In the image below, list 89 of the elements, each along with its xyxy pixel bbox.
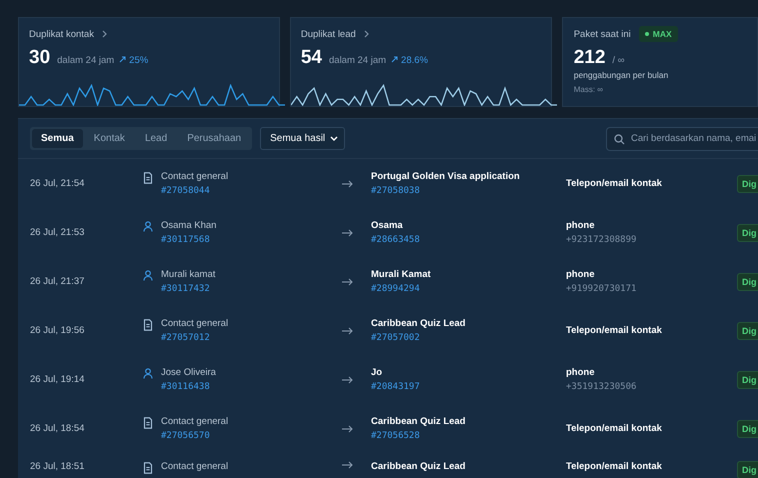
record-id-link[interactable]: #27056528 <box>371 431 566 441</box>
status-badge: Dig <box>737 370 758 388</box>
plan-mass: Mass: ∞ <box>574 85 604 94</box>
date-cell-text: 26 Jul, 19:56 <box>30 325 86 336</box>
target-name: Caribbean Quiz Lead <box>371 318 466 329</box>
plan-caption: penggabungan per bulan <box>574 70 670 80</box>
status-badge: Dig <box>737 272 758 290</box>
source-name: Contact general <box>161 171 228 182</box>
filter-tab[interactable]: Perusahaan <box>178 129 250 148</box>
filter-tab[interactable]: Kontak <box>84 129 134 148</box>
document-icon <box>143 417 153 429</box>
match-method: phone <box>566 367 596 378</box>
plan-value: 212 <box>574 47 606 69</box>
source-name: Murali kamat <box>161 269 216 280</box>
stat-period: dalam 24 jam <box>329 55 386 66</box>
document-icon <box>143 462 153 474</box>
match-method: phone <box>566 220 596 231</box>
filter-tab[interactable]: Semua <box>32 129 83 148</box>
date-cell-text: 26 Jul, 18:51 <box>30 461 86 472</box>
status-badge: Dig <box>737 420 758 438</box>
stat-value: 30 <box>29 47 50 69</box>
source-name: Contact general <box>161 318 228 329</box>
stat-change: 25% <box>129 55 148 66</box>
person-icon <box>143 368 153 379</box>
target-name: Jo <box>371 367 384 378</box>
caret-icon <box>330 136 338 141</box>
status-badge: Dig <box>737 322 758 340</box>
record-id-link[interactable]: #30116438 <box>161 382 216 392</box>
arrow-right-icon <box>342 376 353 384</box>
trend-up-icon <box>119 56 126 63</box>
card-title: Paket saat ini <box>574 28 631 40</box>
source-name: Contact general <box>161 416 228 427</box>
match-method: phone <box>566 269 596 280</box>
status-badge: Dig <box>737 461 758 478</box>
record-id-link[interactable]: #27056570 <box>161 431 228 441</box>
record-id-link[interactable]: #28663458 <box>371 235 566 245</box>
record-id-link[interactable]: #30117432 <box>161 284 216 294</box>
match-method: Telepon/email kontak <box>566 178 663 189</box>
status-badge: Dig <box>737 174 758 192</box>
arrow-right-icon <box>342 424 353 432</box>
plan-badge: MAX <box>638 26 678 42</box>
card-title[interactable]: Duplikat lead <box>300 28 356 40</box>
target-name: Osama <box>371 220 404 231</box>
match-value: +351913230506 <box>566 382 638 392</box>
target-name: Caribbean Quiz Lead <box>371 461 466 472</box>
date-cell-text: 26 Jul, 21:53 <box>30 227 86 238</box>
card-title[interactable]: Duplikat kontak <box>29 28 94 40</box>
status-badge: Dig <box>737 224 758 242</box>
stat-period: dalam 24 jam <box>57 55 114 66</box>
source-name: Osama Khan <box>161 220 216 231</box>
search-field[interactable]: Cari berdasarkan nama, emai <box>606 126 758 150</box>
chevron-right-icon <box>364 30 370 38</box>
plan-limit: / ∞ <box>612 55 624 66</box>
record-id-link[interactable]: #30117568 <box>161 235 216 245</box>
date-cell-text: 26 Jul, 21:54 <box>30 178 86 189</box>
match-method: Telepon/email kontak <box>566 325 663 336</box>
source-name: Jose Oliveira <box>161 367 216 378</box>
record-id-link[interactable]: #27058038 <box>371 186 566 196</box>
record-id-link[interactable]: #28994294 <box>371 284 566 294</box>
chevron-right-icon <box>102 30 108 38</box>
stat-value: 54 <box>300 47 322 69</box>
match-method: Telepon/email kontak <box>566 423 663 434</box>
date-cell-text: 26 Jul, 21:37 <box>30 276 86 287</box>
person-icon <box>143 221 153 232</box>
target-name: Murali Kamat <box>371 269 432 280</box>
target-name: Portugal Golden Visa application <box>371 171 521 182</box>
results-dropdown[interactable]: Semua hasil <box>260 127 346 150</box>
document-icon <box>143 319 153 331</box>
record-id-link[interactable]: #20843197 <box>371 382 566 392</box>
record-id-link[interactable]: #27058044 <box>161 186 228 196</box>
source-name: Contact general <box>161 461 228 472</box>
target-name: Caribbean Quiz Lead <box>371 416 466 427</box>
arrow-right-icon <box>342 461 353 469</box>
stat-change: 28.6% <box>401 55 428 66</box>
document-icon <box>143 172 153 184</box>
filter-tab[interactable]: Lead <box>136 129 176 148</box>
record-id-link[interactable]: #27057012 <box>161 333 228 343</box>
date-cell-text: 26 Jul, 18:54 <box>30 423 86 434</box>
trend-up-icon <box>391 56 398 63</box>
record-id-link[interactable]: #27057002 <box>371 333 566 343</box>
match-value: +919920730171 <box>566 284 638 294</box>
match-method: Telepon/email kontak <box>566 461 663 472</box>
match-value: +923172308899 <box>566 235 638 245</box>
person-icon <box>143 270 153 281</box>
arrow-right-icon <box>342 326 353 334</box>
arrow-right-icon <box>342 180 353 188</box>
date-cell-text: 26 Jul, 19:14 <box>30 374 86 385</box>
arrow-right-icon <box>342 278 353 286</box>
arrow-right-icon <box>342 228 353 236</box>
